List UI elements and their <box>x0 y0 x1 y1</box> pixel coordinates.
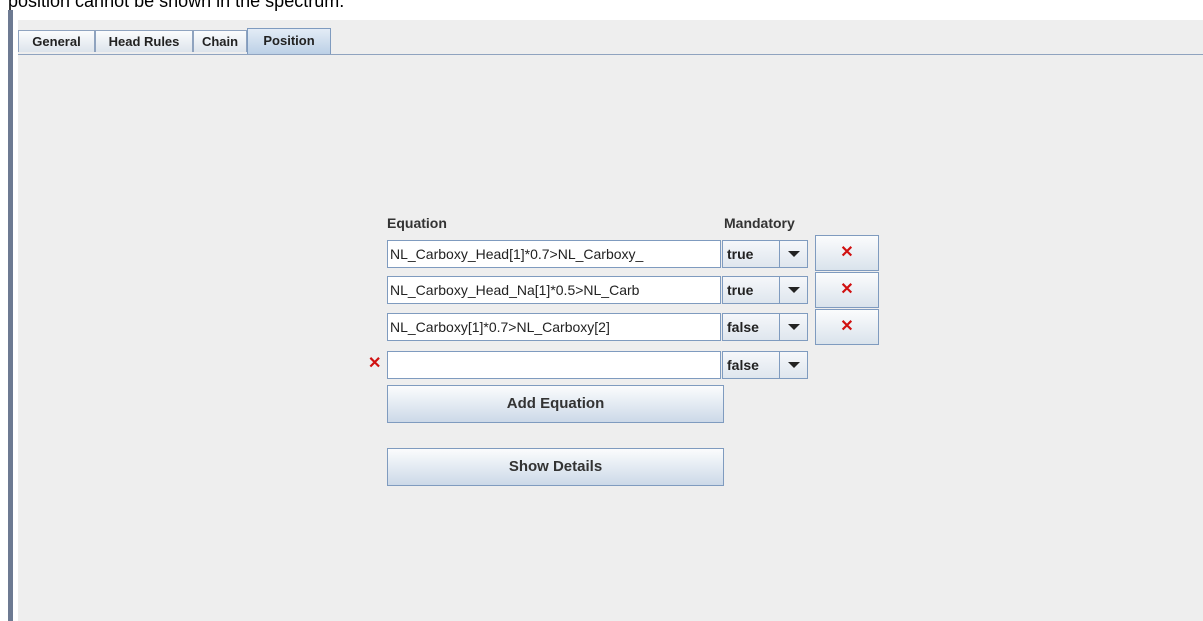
tab-bar: General Head Rules Chain Position <box>18 20 1203 54</box>
mandatory-select[interactable]: false <box>722 313 808 341</box>
equation-input[interactable] <box>387 351 721 379</box>
delete-equation-button[interactable]: ✕ <box>815 235 879 271</box>
delete-equation-button[interactable]: ✕ <box>815 272 879 308</box>
equation-input[interactable]: NL_Carboxy[1]*0.7>NL_Carboxy[2] <box>387 313 721 341</box>
mandatory-select-value: false <box>727 319 759 335</box>
mandatory-select[interactable]: false <box>722 351 808 379</box>
error-icon: ✕ <box>368 355 382 372</box>
tab-position[interactable]: Position <box>247 28 331 54</box>
mandatory-select[interactable]: true <box>722 240 808 268</box>
position-panel: Equation Mandatory NL_Carboxy_Head[1]*0.… <box>18 54 1203 621</box>
mandatory-column-header: Mandatory <box>724 215 795 231</box>
close-icon: ✕ <box>840 281 854 298</box>
close-icon: ✕ <box>840 244 854 261</box>
equation-input[interactable]: NL_Carboxy_Head_Na[1]*0.5>NL_Carb <box>387 276 721 304</box>
show-details-button[interactable]: Show Details <box>387 448 724 486</box>
delete-equation-button[interactable]: ✕ <box>815 309 879 345</box>
chevron-down-icon[interactable] <box>779 241 807 267</box>
mandatory-select-value: true <box>727 246 754 262</box>
chevron-down-icon[interactable] <box>779 277 807 303</box>
close-icon: ✕ <box>840 318 854 335</box>
mandatory-select-value: false <box>727 357 759 373</box>
chevron-down-icon[interactable] <box>779 352 807 378</box>
tab-general[interactable]: General <box>18 30 95 52</box>
mandatory-select[interactable]: true <box>722 276 808 304</box>
mandatory-select-value: true <box>727 282 754 298</box>
tab-chain[interactable]: Chain <box>193 30 247 52</box>
editor-frame: General Head Rules Chain Position Equati… <box>8 10 1203 621</box>
chevron-down-icon[interactable] <box>779 314 807 340</box>
equation-column-header: Equation <box>387 215 447 231</box>
tab-head-rules[interactable]: Head Rules <box>95 30 193 52</box>
add-equation-button[interactable]: Add Equation <box>387 385 724 423</box>
equation-input[interactable]: NL_Carboxy_Head[1]*0.7>NL_Carboxy_ <box>387 240 721 268</box>
